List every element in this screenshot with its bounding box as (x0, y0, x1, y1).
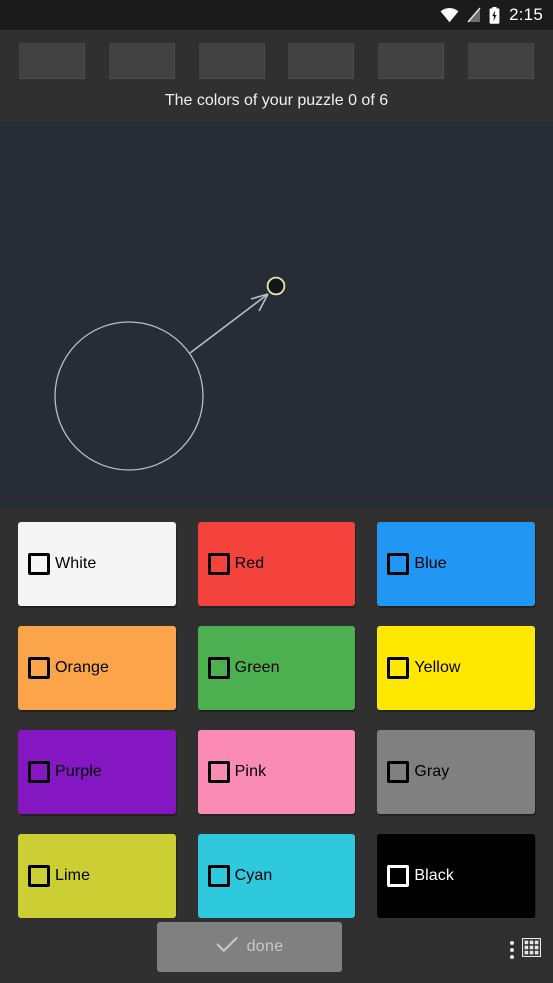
color-tile-blue[interactable]: Blue (377, 522, 535, 606)
color-label: Pink (234, 763, 267, 780)
canvas-drawing (54, 276, 286, 471)
big-circle-shape (54, 321, 204, 471)
color-tile-white[interactable]: White (18, 522, 176, 606)
color-label: Yellow (414, 659, 461, 676)
checkbox-red[interactable] (207, 553, 230, 575)
checkbox-green[interactable] (207, 657, 230, 679)
wifi-icon (440, 7, 459, 23)
color-label: Gray (414, 763, 450, 780)
color-tile-orange[interactable]: Orange (18, 626, 176, 710)
puzzle-slot[interactable] (19, 43, 85, 79)
checkbox-lime[interactable] (28, 865, 50, 887)
checkbox-white[interactable] (28, 553, 50, 575)
color-label: Green (234, 659, 280, 676)
puzzle-slot[interactable] (198, 43, 265, 79)
checkbox-pink[interactable] (207, 761, 230, 783)
checkbox-purple[interactable] (28, 761, 50, 783)
color-label: Red (234, 555, 265, 572)
no-sim-icon (466, 7, 482, 23)
color-tile-red[interactable]: Red (197, 522, 356, 606)
battery-charging-icon (489, 6, 500, 24)
color-tile-lime[interactable]: Lime (18, 834, 176, 918)
color-label: White (55, 555, 97, 572)
color-tile-green[interactable]: Green (197, 626, 356, 710)
done-button-label: done (246, 938, 284, 955)
overflow-menu-icon[interactable] (510, 941, 514, 959)
puzzle-canvas[interactable] (0, 122, 553, 508)
color-label: Orange (55, 659, 109, 676)
checkbox-black[interactable] (387, 865, 410, 887)
color-label: Purple (55, 763, 102, 780)
puzzle-slot[interactable] (378, 43, 445, 79)
color-label: Black (414, 867, 454, 884)
color-label: Cyan (234, 867, 273, 884)
navbar-right (510, 937, 542, 962)
checkbox-blue[interactable] (387, 553, 410, 575)
checkbox-cyan[interactable] (207, 865, 230, 887)
app-root: 2:15 The colors of your puzzle 0 of 6 Wh… (0, 0, 553, 983)
color-tile-yellow[interactable]: Yellow (377, 626, 535, 710)
puzzle-slot[interactable] (467, 43, 534, 79)
bottom-bar: done (0, 918, 553, 983)
color-label: Lime (55, 867, 91, 884)
app-grid-icon[interactable] (521, 937, 542, 962)
done-button[interactable]: done (157, 922, 342, 972)
checkbox-yellow[interactable] (387, 657, 410, 679)
color-tile-black[interactable]: Black (377, 834, 535, 918)
puzzle-slot[interactable] (288, 43, 355, 79)
target-circle-shape[interactable] (266, 276, 286, 296)
checkbox-orange[interactable] (28, 657, 50, 679)
puzzle-slot-strip (0, 30, 553, 92)
status-bar-clock: 2:15 (509, 5, 543, 24)
status-bar: 2:15 (0, 0, 553, 30)
color-tile-cyan[interactable]: Cyan (197, 834, 356, 918)
check-icon (216, 936, 238, 958)
pointer-line (189, 293, 269, 354)
puzzle-slot[interactable] (108, 43, 175, 79)
color-tile-purple[interactable]: Purple (18, 730, 176, 814)
checkbox-gray[interactable] (387, 761, 410, 783)
puzzle-caption: The colors of your puzzle 0 of 6 (164, 92, 389, 109)
color-tile-pink[interactable]: Pink (197, 730, 356, 814)
color-palette-grid: White Red Blue Orange Green Yellow Purpl… (0, 508, 553, 918)
color-tile-gray[interactable]: Gray (377, 730, 535, 814)
color-label: Blue (414, 555, 447, 572)
